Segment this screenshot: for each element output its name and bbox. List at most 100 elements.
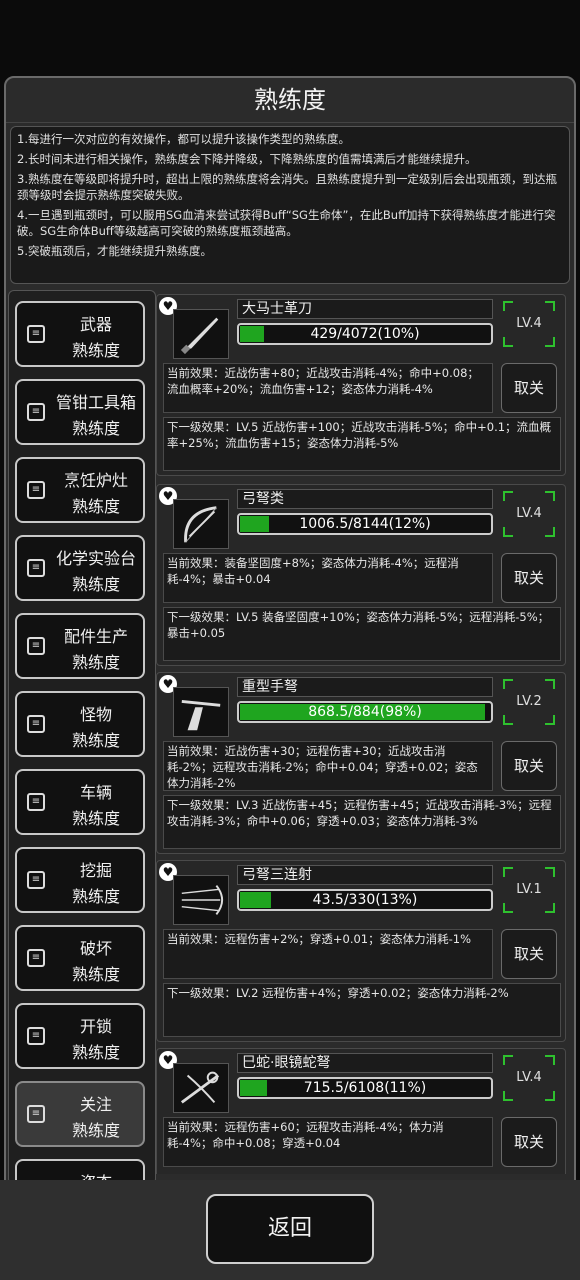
unfollow-button[interactable]: 取关: [501, 1117, 557, 1167]
progress-bar: 715.5/6108(11%): [237, 1077, 493, 1099]
current-effect: 当前效果：装备坚固度+8%；姿态体力消耗-4%；远程消耗-4%；暴击+0.04: [163, 553, 493, 603]
category-icon: ≡: [27, 793, 45, 811]
level-text: LV.1: [516, 882, 542, 897]
sidebar-item-sublabel: 熟练度: [71, 731, 120, 750]
hand-crossbow-icon: [173, 687, 229, 737]
bow-icon: [173, 499, 229, 549]
sidebar-item-label: 管钳工具箱: [55, 393, 136, 412]
sidebar-item-label: 怪物: [79, 705, 112, 724]
proficiency-card: ♥ 重型手弩 868.5/884(98%) LV.2 当前效果：近战伤害+30；…: [156, 672, 566, 854]
level-badge: LV.1: [503, 867, 555, 913]
progress-bar: 429/4072(10%): [237, 323, 493, 345]
proficiency-card: ♥ 弓弩类 1006.5/8144(12%) LV.4 当前效果：装备坚固度+8…: [156, 484, 566, 666]
sidebar-item-sublabel: 熟练度: [71, 965, 120, 984]
progress-text: 1006.5/8144(12%): [299, 516, 431, 532]
category-sidebar[interactable]: ≡ 武器 熟练度 ≡ 管钳工具箱 熟练度 ≡ 烹饪炉灶 熟练度 ≡ 化学实验台 …: [8, 290, 156, 1185]
proficiency-card: ♥ 大马士革刀 429/4072(10%) LV.4 当前效果：近战伤害+80；…: [156, 294, 566, 476]
sidebar-item-sublabel: 熟练度: [71, 1121, 120, 1140]
next-effect: 下一级效果：LV.2 远程伤害+4%；穿透+0.02；姿态体力消耗-2%: [163, 983, 561, 1037]
back-button[interactable]: 返回: [206, 1194, 374, 1264]
progress-bar: 1006.5/8144(12%): [237, 513, 493, 535]
category-icon: ≡: [27, 949, 45, 967]
sidebar-item-label: 配件生产: [63, 627, 128, 646]
category-icon: ≡: [27, 559, 45, 577]
sidebar-item-label: 关注: [79, 1095, 112, 1114]
info-line: 2.长时间未进行相关操作，熟练度会下降并降级，下降熟练度的值需填满后才能继续提升…: [17, 152, 477, 166]
sidebar-item-sublabel: 熟练度: [71, 497, 120, 516]
item-name: 巳蛇·眼镜蛇弩: [237, 1053, 493, 1073]
item-name: 弓弩三连射: [237, 865, 493, 885]
sidebar-item-chemistry[interactable]: ≡ 化学实验台 熟练度: [15, 535, 145, 601]
sidebar-item-toolbox[interactable]: ≡ 管钳工具箱 熟练度: [15, 379, 145, 445]
proficiency-list[interactable]: ♥ 大马士革刀 429/4072(10%) LV.4 当前效果：近战伤害+80；…: [156, 214, 568, 1174]
proficiency-card: ♥ 弓弩三连射 43.5/330(13%) LV.1 当前效果：远程伤害+2%；…: [156, 860, 566, 1042]
current-effect: 当前效果：远程伤害+60；远程攻击消耗-4%；体力消耗-4%；命中+0.08；穿…: [163, 1117, 493, 1167]
category-icon: ≡: [27, 403, 45, 421]
level-badge: LV.4: [503, 1055, 555, 1101]
level-text: LV.4: [516, 1070, 542, 1085]
next-effect: 下一级效果：LV.5 装备坚固度+10%；姿态体力消耗-5%；远程消耗-5%；暴…: [163, 607, 561, 661]
sidebar-item-weapon[interactable]: ≡ 武器 熟练度: [15, 301, 145, 367]
category-icon: ≡: [27, 715, 45, 733]
sidebar-item-follow[interactable]: ≡ 关注 熟练度: [15, 1081, 145, 1147]
unfollow-button[interactable]: 取关: [501, 929, 557, 979]
sidebar-item-lockpick[interactable]: ≡ 开锁 熟练度: [15, 1003, 145, 1069]
page-title: 熟练度: [6, 78, 574, 123]
progress-bar: 868.5/884(98%): [237, 701, 493, 723]
level-badge: LV.2: [503, 679, 555, 725]
category-icon: ≡: [27, 871, 45, 889]
sidebar-item-sublabel: 熟练度: [71, 341, 120, 360]
level-badge: LV.4: [503, 301, 555, 347]
level-text: LV.2: [516, 694, 542, 709]
sidebar-item-label: 化学实验台: [55, 549, 136, 568]
sidebar-item-vehicle[interactable]: ≡ 车辆 熟练度: [15, 769, 145, 835]
unfollow-button[interactable]: 取关: [501, 363, 557, 413]
unfollow-button[interactable]: 取关: [501, 741, 557, 791]
next-effect: 下一级效果：LV.5 近战伤害+100；近战攻击消耗-5%；命中+0.1；流血概…: [163, 417, 561, 471]
sidebar-item-label: 武器: [79, 315, 112, 334]
info-line: 1.每进行一次对应的有效操作，都可以提升该操作类型的熟练度。: [17, 132, 350, 146]
progress-text: 429/4072(10%): [310, 326, 420, 342]
sidebar-item-parts[interactable]: ≡ 配件生产 熟练度: [15, 613, 145, 679]
sidebar-item-label: 烹饪炉灶: [63, 471, 128, 490]
sidebar-item-sublabel: 熟练度: [71, 653, 120, 672]
sidebar-item-sublabel: 熟练度: [71, 1043, 120, 1062]
category-icon: ≡: [27, 325, 45, 343]
next-effect: 下一级效果：LV.3 近战伤害+45；远程伤害+45；近战攻击消耗-3%；远程攻…: [163, 795, 561, 849]
sidebar-item-digging[interactable]: ≡ 挖掘 熟练度: [15, 847, 145, 913]
sidebar-item-sublabel: 熟练度: [71, 419, 120, 438]
unfollow-button[interactable]: 取关: [501, 553, 557, 603]
item-name: 弓弩类: [237, 489, 493, 509]
level-badge: LV.4: [503, 491, 555, 537]
sidebar-item-sublabel: 熟练度: [71, 575, 120, 594]
current-effect: 当前效果：近战伤害+30；远程伤害+30；近战攻击消耗-2%；远程攻击消耗-2%…: [163, 741, 493, 791]
progress-text: 868.5/884(98%): [308, 704, 422, 720]
level-text: LV.4: [516, 506, 542, 521]
knife-icon: [173, 309, 229, 359]
category-icon: ≡: [27, 637, 45, 655]
cobra-crossbow-icon: [173, 1063, 229, 1113]
sidebar-item-cooking[interactable]: ≡ 烹饪炉灶 熟练度: [15, 457, 145, 523]
sidebar-item-monster[interactable]: ≡ 怪物 熟练度: [15, 691, 145, 757]
progress-bar: 43.5/330(13%): [237, 889, 493, 911]
sidebar-item-sublabel: 熟练度: [71, 887, 120, 906]
level-text: LV.4: [516, 316, 542, 331]
sidebar-item-label: 挖掘: [79, 861, 112, 880]
sidebar-item-destroy[interactable]: ≡ 破坏 熟练度: [15, 925, 145, 991]
current-effect: 当前效果：近战伤害+80；近战攻击消耗-4%；命中+0.08；流血概率+20%；…: [163, 363, 493, 413]
category-icon: ≡: [27, 1027, 45, 1045]
triple-shot-icon: [173, 875, 229, 925]
proficiency-card: ♥ 巳蛇·眼镜蛇弩 715.5/6108(11%) LV.4 当前效果：远程伤害…: [156, 1048, 566, 1174]
item-name: 大马士革刀: [237, 299, 493, 319]
sidebar-item-label: 破坏: [79, 939, 112, 958]
current-effect: 当前效果：远程伤害+2%；穿透+0.01；姿态体力消耗-1%: [163, 929, 493, 979]
progress-text: 43.5/330(13%): [312, 892, 418, 908]
progress-text: 715.5/6108(11%): [303, 1080, 427, 1096]
category-icon: ≡: [27, 1105, 45, 1123]
sidebar-item-sublabel: 熟练度: [71, 809, 120, 828]
sidebar-item-label: 车辆: [79, 783, 112, 802]
item-name: 重型手弩: [237, 677, 493, 697]
sidebar-item-label: 开锁: [79, 1017, 112, 1036]
category-icon: ≡: [27, 481, 45, 499]
info-line: 3.熟练度在等级即将提升时，超出上限的熟练度将会消失。且熟练度提升到一定级别后会…: [17, 172, 557, 202]
